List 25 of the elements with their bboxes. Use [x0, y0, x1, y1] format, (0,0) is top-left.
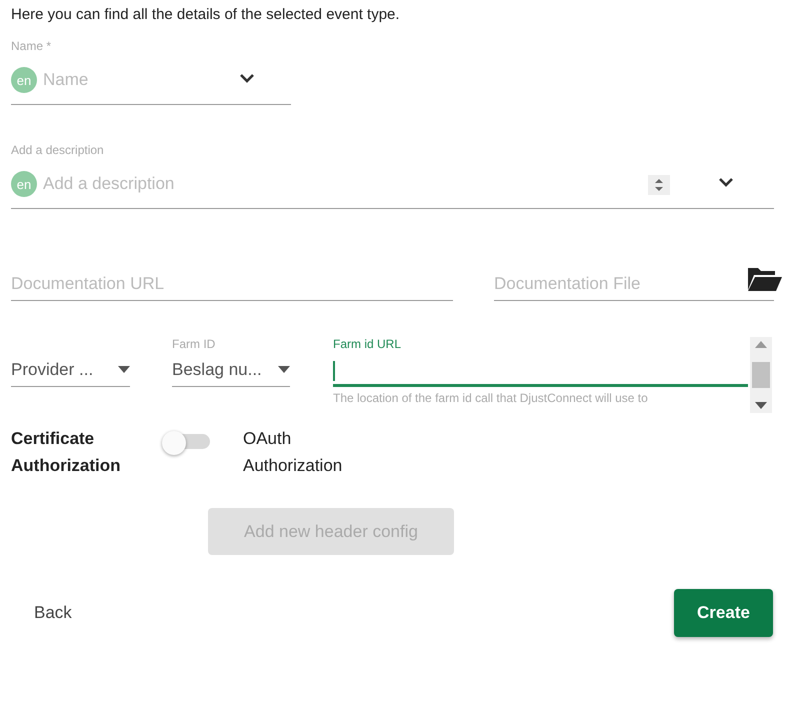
certificate-authorization-label: Certificate Authorization	[11, 428, 122, 477]
create-button[interactable]: Create	[674, 589, 773, 637]
farm-id-select[interactable]: Beslag nu...	[172, 353, 290, 387]
oauth-authorization-label: OAuth Authorization	[243, 428, 344, 477]
description-label: Add a description	[11, 143, 105, 157]
intro-text: Here you can find all the details of the selected event type.	[11, 6, 401, 23]
scrollbar[interactable]	[750, 337, 772, 413]
scroll-up-icon	[755, 341, 767, 348]
description-field[interactable]: en Add a description	[11, 157, 774, 209]
farm-id-label: Farm ID	[172, 337, 216, 353]
back-button[interactable]: Back	[34, 603, 72, 623]
helper-text: The location of the farm id call that DjustConnect will use to	[333, 391, 649, 405]
dropdown-icon	[278, 366, 290, 373]
name-field[interactable]: en Name	[11, 53, 291, 105]
chevron-down-icon[interactable]	[239, 73, 255, 83]
spinner-icon[interactable]	[648, 175, 670, 195]
language-badge[interactable]: en	[11, 171, 37, 197]
chevron-down-icon[interactable]	[718, 177, 734, 187]
name-label: Name *	[11, 39, 52, 53]
scroll-down-icon	[755, 402, 767, 409]
language-badge[interactable]: en	[11, 67, 37, 93]
farm-id-url-label: Farm id URL	[333, 337, 402, 353]
dropdown-icon	[118, 366, 130, 373]
provider-select[interactable]: Provider ...	[11, 353, 130, 387]
folder-icon[interactable]	[746, 266, 782, 292]
